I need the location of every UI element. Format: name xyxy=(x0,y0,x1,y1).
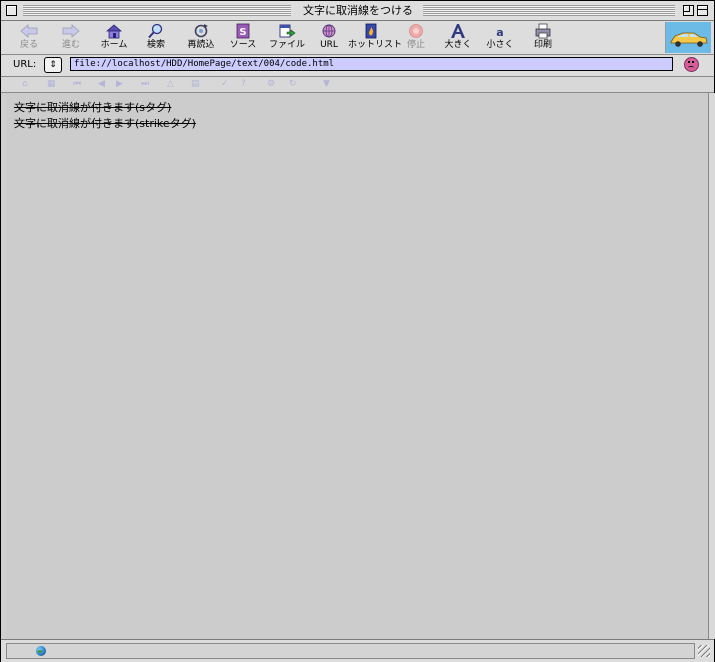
home-label: ホーム xyxy=(100,40,128,50)
zoom-box[interactable] xyxy=(683,5,694,16)
url-field-label: URL: xyxy=(13,59,37,70)
smaller-text-icon: a xyxy=(496,26,503,39)
stop-label: 停止 xyxy=(406,40,425,50)
smaller-label: 小さく xyxy=(486,40,514,50)
close-box[interactable] xyxy=(6,5,17,16)
vertical-scroll-track[interactable] xyxy=(708,93,715,639)
reload-button[interactable]: 再読込 xyxy=(178,23,224,53)
forward-button[interactable]: 進む xyxy=(48,23,94,53)
hotlist-label: ホットリスト xyxy=(348,40,403,50)
strikethrough-line-strike: 文字に取消線が付きます(strikeタグ) xyxy=(14,117,196,130)
title-stripes-right xyxy=(423,5,675,16)
home-icon xyxy=(105,24,123,39)
svg-text:a: a xyxy=(496,26,503,39)
globe-icon xyxy=(36,646,46,656)
back-arrow-icon xyxy=(20,24,38,38)
back-button[interactable]: 戻る xyxy=(6,23,52,53)
url-history-popup[interactable]: ⇕ xyxy=(44,57,62,73)
navigation-subbar: ⌂ ▦ ⏮ ◀ ▶ ⏭ △ ▤ ✓ ? ⚙ ↻ ▼ xyxy=(1,77,714,93)
sub-settings-icon[interactable]: ⚙ xyxy=(267,79,275,90)
sub-prev-icon[interactable]: ◀ xyxy=(98,79,105,90)
sub-home-icon[interactable]: ⌂ xyxy=(22,79,28,90)
sub-bookmark-icon[interactable]: ▤ xyxy=(191,79,200,90)
status-field xyxy=(6,643,695,659)
browser-logo-throbber[interactable] xyxy=(665,22,711,53)
car-logo-icon xyxy=(670,32,708,47)
larger-button[interactable]: 大きく xyxy=(435,23,481,53)
windowshade-box[interactable] xyxy=(697,5,708,16)
sub-up-icon[interactable]: △ xyxy=(167,79,174,90)
source-icon: S xyxy=(236,23,250,39)
reload-label: 再読込 xyxy=(187,40,215,50)
page-content: 文字に取消線が付きます(sタグ) 文字に取消線が付きます(strikeタグ) xyxy=(6,93,708,639)
sub-menu-icon[interactable]: ▼ xyxy=(323,79,330,90)
reload-icon xyxy=(194,24,208,38)
url-globe-icon xyxy=(322,24,336,38)
search-icon xyxy=(148,23,163,39)
resize-grip[interactable] xyxy=(698,645,710,657)
forward-arrow-icon xyxy=(62,24,80,38)
larger-text-icon xyxy=(451,24,465,38)
print-icon xyxy=(535,23,551,39)
strikethrough-line-s: 文字に取消線が付きます(sタグ) xyxy=(14,101,172,114)
hotlist-button[interactable]: ホットリスト xyxy=(348,23,403,53)
sub-next-icon[interactable]: ▶ xyxy=(116,79,123,90)
url-input[interactable] xyxy=(70,57,673,71)
url-row: URL: ⇕ xyxy=(1,55,714,77)
security-status-icon[interactable] xyxy=(684,57,699,72)
window-title: 文字に取消線をつける xyxy=(303,4,413,17)
stop-button[interactable]: 停止 xyxy=(393,23,439,53)
updown-arrows-icon: ⇕ xyxy=(49,60,57,70)
title-bar[interactable]: 文字に取消線をつける xyxy=(1,1,714,21)
sub-last-icon[interactable]: ⏭ xyxy=(141,79,149,90)
svg-text:S: S xyxy=(239,27,246,38)
forward-label: 進む xyxy=(61,40,80,50)
hotlist-icon xyxy=(365,23,377,39)
sub-refresh-icon[interactable]: ↻ xyxy=(289,79,297,90)
file-button[interactable]: ファイル xyxy=(264,23,310,53)
url-button[interactable]: URL xyxy=(306,23,352,53)
browser-window: 文字に取消線をつける 戻る 進む ホーム 検索 再読込 S ソース ファイル U… xyxy=(0,0,715,662)
sub-grid-icon[interactable]: ▦ xyxy=(47,79,56,90)
toolbar: 戻る 進む ホーム 検索 再読込 S ソース ファイル URL ホットリスト 停… xyxy=(1,21,714,55)
url-label: URL xyxy=(320,40,338,50)
file-icon xyxy=(279,24,296,38)
back-label: 戻る xyxy=(19,40,38,50)
search-label: 検索 xyxy=(146,40,165,50)
status-bar xyxy=(1,639,714,662)
sub-check-icon[interactable]: ✓ xyxy=(221,79,229,90)
stop-icon xyxy=(409,24,423,38)
larger-label: 大きく xyxy=(444,40,472,50)
print-label: 印刷 xyxy=(533,40,552,50)
sub-help-icon[interactable]: ? xyxy=(241,79,246,90)
print-button[interactable]: 印刷 xyxy=(520,23,566,53)
source-label: ソース xyxy=(229,40,257,50)
source-button[interactable]: S ソース xyxy=(220,23,266,53)
sub-first-icon[interactable]: ⏮ xyxy=(73,79,81,90)
smaller-button[interactable]: a 小さく xyxy=(477,23,523,53)
home-button[interactable]: ホーム xyxy=(91,23,137,53)
file-label: ファイル xyxy=(268,40,305,50)
title-stripes-left xyxy=(23,5,291,16)
search-button[interactable]: 検索 xyxy=(133,23,179,53)
